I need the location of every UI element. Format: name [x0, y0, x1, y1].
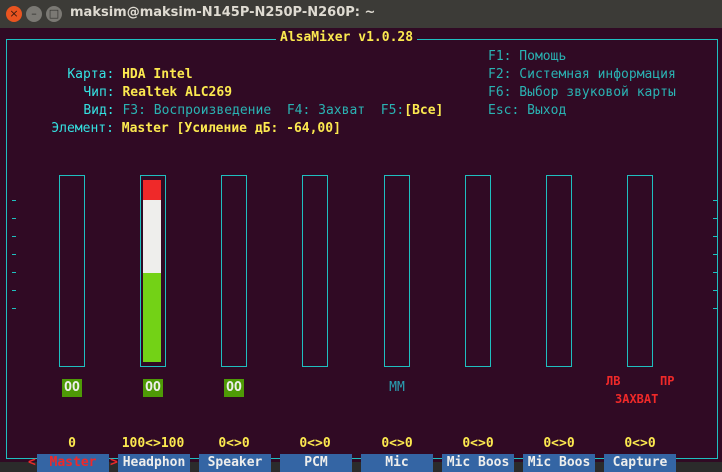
- mute-toggle[interactable]: OO: [224, 379, 244, 397]
- channel-volume: 0: [68, 436, 76, 451]
- capture-left-indicator: ЛВ: [606, 374, 621, 388]
- channel-bar[interactable]: [465, 175, 491, 367]
- channel-label[interactable]: Capture: [604, 454, 676, 472]
- level-mid-segment: [143, 200, 161, 273]
- minimize-window-button[interactable]: –: [26, 6, 42, 22]
- channel-volume: 0<>0: [218, 436, 250, 451]
- capture-label: ЗАХВАТ: [615, 392, 659, 406]
- help-f6: F6: Выбор звуковой карты: [488, 84, 676, 102]
- scale-tick-right: [713, 218, 717, 219]
- scale-tick-right: [713, 236, 717, 237]
- scale-tick-left: [12, 200, 16, 201]
- channel-label[interactable]: Headphon: [118, 454, 190, 472]
- scale-tick-left: [12, 308, 16, 309]
- channel-label[interactable]: Speaker: [199, 454, 271, 472]
- channel-bar[interactable]: [140, 175, 166, 367]
- mute-toggle[interactable]: OO: [62, 379, 82, 397]
- help-esc-text: Esc: Выход: [488, 103, 567, 118]
- channel-label[interactable]: PCM: [280, 454, 352, 472]
- channel-bar[interactable]: [384, 175, 410, 367]
- window-title: maksim@maksim-N145P-N250P-N260P: ~: [70, 5, 376, 20]
- channel-bar[interactable]: [546, 175, 572, 367]
- channel-label[interactable]: Mic: [361, 454, 433, 472]
- channel-label[interactable]: Master: [37, 454, 109, 472]
- scale-tick-left: [12, 236, 16, 237]
- help-esc: Esc: Выход: [488, 102, 566, 120]
- scale-tick-left: [12, 218, 16, 219]
- help-f1: F1: Помощь: [488, 48, 566, 66]
- scale-tick-left: [12, 290, 16, 291]
- channel-volume: 100<>100: [121, 436, 185, 451]
- selection-arrow-left: <: [28, 455, 36, 470]
- channel-bar[interactable]: [221, 175, 247, 367]
- alsamixer-title: AlsaMixer v1.0.28: [276, 30, 418, 45]
- help-f2: F2: Системная информация: [488, 66, 676, 84]
- close-window-button[interactable]: ×: [6, 6, 22, 22]
- channel-volume: 0<>0: [624, 436, 656, 451]
- view-all-key[interactable]: F5:: [381, 103, 404, 118]
- scale-tick-right: [713, 200, 717, 201]
- channel-bar[interactable]: [302, 175, 328, 367]
- maximize-window-button[interactable]: □: [46, 6, 62, 22]
- scale-tick-left: [12, 254, 16, 255]
- channel-bar[interactable]: [627, 175, 653, 367]
- channel-label[interactable]: Mic Boos: [523, 454, 595, 472]
- level-low-segment: [143, 273, 161, 362]
- channel-volume: 0<>0: [543, 436, 575, 451]
- channel-volume: 0<>0: [381, 436, 413, 451]
- scale-tick-right: [713, 254, 717, 255]
- help-f2-text: F2: Системная информация: [488, 67, 676, 82]
- help-f1-text: F1: Помощь: [488, 49, 567, 64]
- help-f6-text: F6: Выбор звуковой карты: [488, 85, 676, 100]
- scale-tick-right: [713, 272, 717, 273]
- mute-toggle[interactable]: MM: [387, 379, 407, 397]
- channel-bar[interactable]: [59, 175, 85, 367]
- mute-toggle[interactable]: OO: [143, 379, 163, 397]
- selection-arrow-right: >: [110, 455, 118, 470]
- element-label: Элемент:: [51, 121, 114, 136]
- element-row: Элемент: Master [Усиление дБ: -64,00]: [20, 102, 341, 156]
- scale-tick-right: [713, 308, 717, 309]
- scale-tick-left: [12, 272, 16, 273]
- view-all-option[interactable]: [Все]: [404, 103, 443, 118]
- channel-volume: 0<>0: [462, 436, 494, 451]
- window-titlebar: × – □ maksim@maksim-N145P-N250P-N260P: ~: [0, 0, 722, 29]
- capture-right-indicator: ПР: [660, 374, 675, 388]
- terminal[interactable]: AlsaMixer v1.0.28 Карта: HDA Intel Чип: …: [0, 28, 722, 472]
- element-value: Master [Усиление дБ: -64,00]: [121, 121, 341, 136]
- channel-label[interactable]: Mic Boos: [442, 454, 514, 472]
- scale-tick-right: [713, 290, 717, 291]
- channel-volume: 0<>0: [299, 436, 331, 451]
- level-high-segment: [143, 180, 161, 200]
